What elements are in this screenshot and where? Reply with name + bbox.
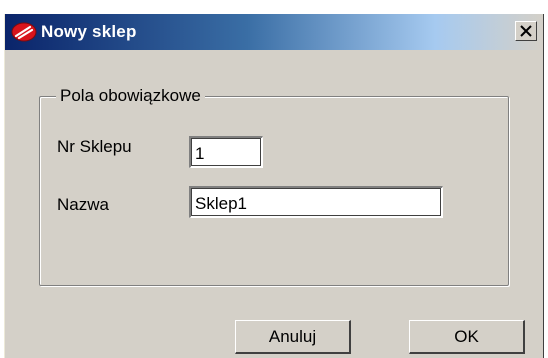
title-bar[interactable]: Nowy sklep: [5, 14, 543, 50]
shop-name-input[interactable]: Sklep1: [189, 186, 443, 218]
shop-number-input[interactable]: 1: [189, 136, 263, 168]
ok-button[interactable]: OK: [409, 320, 525, 354]
close-icon: [520, 25, 532, 37]
window-title: Nowy sklep: [41, 22, 137, 41]
group-legend: Pola obowiązkowe: [56, 86, 205, 106]
shop-name-label: Nazwa: [57, 195, 109, 214]
cancel-button[interactable]: Anuluj: [235, 320, 351, 354]
app-logo-icon: [11, 22, 37, 42]
shop-number-label: Nr Sklepu: [57, 137, 132, 156]
close-button[interactable]: [515, 21, 537, 41]
dialog-window: Nowy sklep Pola obowiązkowe Nr Sklepu 1 …: [4, 14, 544, 358]
